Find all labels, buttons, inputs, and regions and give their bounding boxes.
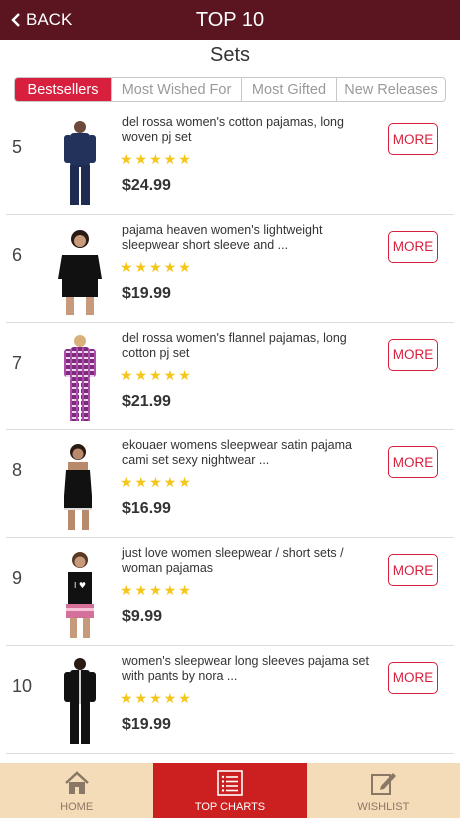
product-title[interactable]: just love women sleepwear / short sets /…: [122, 546, 372, 576]
list-item[interactable]: 9 I ♥ just love women sleepwear / short …: [6, 538, 454, 646]
nav-top-charts-label: TOP CHARTS: [194, 800, 266, 813]
product-image[interactable]: [46, 440, 114, 532]
nav-wishlist-label: WISHLIST: [357, 800, 410, 813]
bottom-nav: HOME TOP CHARTS WISHLIST: [0, 763, 460, 818]
svg-text:I ♥: I ♥: [74, 581, 86, 590]
chevron-left-icon: [11, 13, 20, 27]
product-price: $19.99: [122, 715, 171, 733]
more-button[interactable]: MORE: [388, 446, 438, 479]
more-button[interactable]: MORE: [388, 338, 438, 371]
rating-stars: ★★★★★: [120, 366, 193, 383]
tab-most-gifted[interactable]: Most Gifted: [241, 78, 336, 101]
product-title[interactable]: del rossa women's flannel pajamas, long …: [122, 331, 372, 361]
list-icon: [217, 769, 243, 796]
product-price: $9.99: [122, 608, 163, 626]
product-price: $19.99: [122, 284, 171, 302]
category-tabs: Bestsellers Most Wished For Most Gifted …: [14, 77, 446, 102]
product-image[interactable]: I ♥: [46, 548, 114, 640]
top-bar: BACK TOP 10: [0, 0, 460, 40]
more-button[interactable]: MORE: [388, 123, 438, 155]
product-image[interactable]: [46, 656, 114, 748]
more-button[interactable]: MORE: [388, 230, 438, 263]
more-button[interactable]: MORE: [388, 661, 438, 694]
rating-stars: ★★★★★: [120, 258, 193, 275]
nav-top-charts[interactable]: TOP CHARTS: [153, 763, 307, 818]
list-item[interactable]: 7 del rossa women's flannel pajamas, lon…: [6, 323, 454, 431]
rating-stars: ★★★★★: [120, 689, 193, 706]
product-title[interactable]: ekouaer womens sleepwear satin pajama ca…: [122, 438, 372, 468]
product-price: $21.99: [122, 392, 171, 410]
product-image[interactable]: [46, 117, 114, 209]
rating-stars: ★★★★★: [120, 151, 193, 167]
tab-new-releases[interactable]: New Releases: [336, 78, 445, 101]
back-button[interactable]: BACK: [10, 0, 72, 40]
list-item[interactable]: 6 pajama heaven women's lightweight slee…: [6, 215, 454, 323]
product-title[interactable]: women's sleepwear long sleeves pajama se…: [122, 654, 372, 684]
rank-number: 10: [12, 675, 33, 696]
edit-icon: [371, 772, 397, 795]
rank-number: 7: [12, 352, 23, 373]
section-title: Sets: [209, 44, 251, 66]
nav-home-label: HOME: [60, 800, 94, 813]
back-label: BACK: [26, 10, 73, 29]
home-icon: [64, 770, 89, 794]
product-price: $24.99: [122, 177, 171, 194]
rank-number: 9: [12, 568, 23, 589]
rank-number: 6: [12, 244, 23, 265]
list-item[interactable]: 8 ekouaer womens sleepwear satin pajama …: [6, 430, 454, 539]
nav-home[interactable]: HOME: [0, 763, 153, 818]
nav-wishlist[interactable]: WISHLIST: [307, 763, 460, 818]
more-button[interactable]: MORE: [388, 554, 438, 587]
product-title[interactable]: pajama heaven women's lightweight sleepw…: [122, 223, 372, 253]
product-list: 5 del rossa women's cotton pajamas, long…: [0, 107, 460, 754]
tab-bestsellers[interactable]: Bestsellers: [15, 78, 111, 101]
rating-stars: ★★★★★: [120, 582, 193, 599]
product-image[interactable]: [46, 333, 114, 425]
product-price: $16.99: [122, 500, 171, 518]
rating-stars: ★★★★★: [120, 474, 193, 491]
list-item[interactable]: 10 women's sleepwear long sleeves pajama…: [6, 646, 454, 754]
product-image[interactable]: [46, 225, 114, 317]
product-title[interactable]: del rossa women's cotton pajamas, long w…: [122, 115, 372, 145]
tab-most-wished-for[interactable]: Most Wished For: [111, 78, 241, 101]
rank-number: 5: [12, 137, 23, 157]
rank-number: 8: [12, 460, 23, 481]
list-item[interactable]: 5 del rossa women's cotton pajamas, long…: [6, 107, 454, 215]
